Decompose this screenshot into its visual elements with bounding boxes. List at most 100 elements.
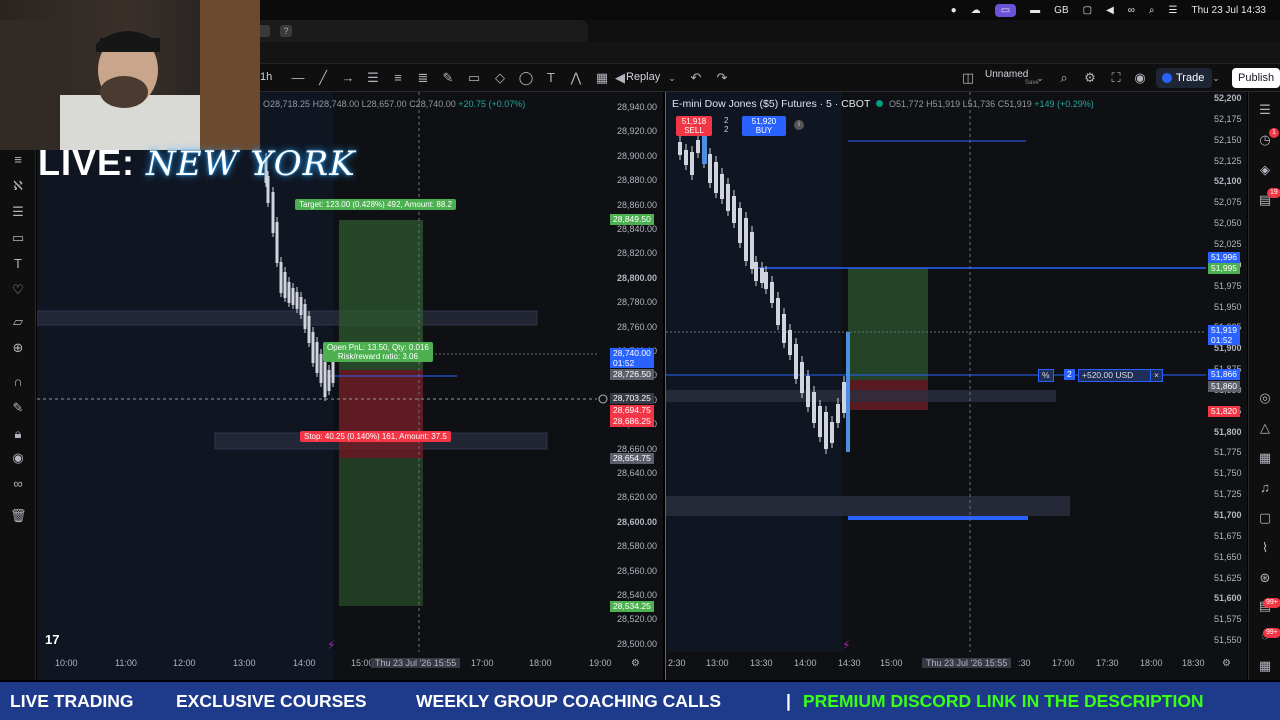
price-axis-label: 52,175: [1214, 113, 1242, 124]
fib-channel-icon[interactable]: ≡: [390, 70, 406, 86]
shapes-icon[interactable]: ▭: [10, 230, 26, 246]
browser-tab[interactable]: ?: [248, 20, 588, 42]
pencil-lock-icon[interactable]: ✎: [10, 400, 26, 416]
position-pnl-label[interactable]: Open PnL: 13.50, Qty: 0.016 Risk/reward …: [323, 342, 433, 362]
calendar-icon[interactable]: ▦: [1257, 450, 1273, 466]
candle-body: [842, 382, 846, 413]
window-icon[interactable]: ▢: [1083, 5, 1092, 16]
undo-icon[interactable]: ↶: [688, 70, 704, 86]
price-axis-label: 52,200: [1214, 93, 1242, 103]
car-icon[interactable]: ▬: [1030, 5, 1040, 16]
time-axis-label: 14:00: [293, 658, 316, 668]
market-open-icon: [876, 100, 884, 107]
triangle-icon[interactable]: △: [1257, 420, 1273, 436]
position-target-label[interactable]: Target: 123.00 (0.428%) 492, Amount: 88.…: [295, 199, 456, 210]
magnet-icon[interactable]: ∩: [10, 374, 26, 390]
fib-icon[interactable]: ☰: [365, 70, 381, 86]
order-qty[interactable]: 2: [1064, 369, 1075, 380]
eye-icon[interactable]: ◉: [10, 450, 26, 466]
price-axis-label: 28,840.00: [617, 224, 658, 234]
settings-icon[interactable]: ⚙: [1082, 70, 1098, 86]
right-axis-settings-icon[interactable]: ⚙: [1222, 658, 1231, 669]
entry-price-tag: 28,726.50: [610, 369, 654, 380]
fullscreen-icon[interactable]: ⛶: [1108, 70, 1124, 86]
redo-icon[interactable]: ↷: [714, 70, 730, 86]
text-icon[interactable]: T: [543, 70, 559, 86]
right-gray-tag: 51,860: [1208, 381, 1240, 392]
sell-button[interactable]: 51,918 SELL: [676, 116, 712, 136]
time-axis-label: 14:30: [838, 658, 861, 668]
right-chart-canvas[interactable]: [666, 92, 1247, 680]
order-close-icon[interactable]: ×: [1150, 369, 1163, 382]
add-alert-icon: [598, 394, 608, 404]
quantity-display[interactable]: 22: [724, 116, 728, 134]
ray-icon[interactable]: →: [340, 70, 356, 86]
trend-line-icon[interactable]: ╱: [315, 70, 331, 86]
menu-icon[interactable]: ≡: [10, 152, 26, 168]
apps-grid-icon[interactable]: ▦: [1257, 658, 1273, 674]
watchlist-icon[interactable]: ☰: [1257, 102, 1273, 118]
chevron-down-icon[interactable]: ⌄: [664, 70, 680, 86]
candle-body: [307, 316, 311, 343]
horizontal-line-icon[interactable]: —: [290, 70, 306, 86]
replay-button[interactable]: Replay: [626, 71, 660, 83]
left-event-icon[interactable]: ⚡︎: [327, 638, 335, 652]
trade-chevron-icon[interactable]: ⌄: [1208, 70, 1224, 86]
link-tool-icon[interactable]: ∞: [10, 476, 26, 492]
control-center-icon[interactable]: ☰: [1169, 5, 1178, 16]
comment-icon[interactable]: ▢: [1257, 510, 1273, 526]
link-icon[interactable]: ∞: [1128, 5, 1135, 16]
layout-chevron-icon[interactable]: ⌄: [1032, 70, 1048, 86]
buy-button[interactable]: 51,920 BUY: [742, 116, 786, 136]
text-tool-icon[interactable]: T: [10, 256, 26, 272]
zoom-in-icon[interactable]: ⊕: [10, 340, 26, 356]
layout-name[interactable]: Unnamed: [985, 69, 1028, 80]
left-axis-settings-icon[interactable]: ⚙: [631, 658, 640, 669]
layers-icon[interactable]: ◈: [1257, 162, 1273, 178]
search-icon[interactable]: ⌕: [1149, 5, 1155, 16]
heart-icon[interactable]: ♡: [10, 282, 26, 298]
interval-button[interactable]: 1h: [260, 71, 272, 83]
pattern-icon[interactable]: ⋀: [568, 70, 584, 86]
info-icon[interactable]: i: [794, 120, 804, 130]
brush-icon[interactable]: ✎: [440, 70, 456, 86]
record-dot-icon[interactable]: ●: [951, 5, 957, 16]
price-axis-label: 51,975: [1214, 280, 1242, 291]
target-icon[interactable]: ◎: [1257, 390, 1273, 406]
fork-icon[interactable]: ℵ: [10, 178, 26, 194]
circle-icon[interactable]: ◯: [518, 70, 534, 86]
screen-share-icon[interactable]: ▭: [994, 3, 1017, 17]
news-badge: 99+: [1263, 598, 1280, 608]
rectangle-icon[interactable]: ▭: [466, 70, 482, 86]
bell-icon[interactable]: ♫: [1257, 480, 1273, 496]
right-event-icon[interactable]: ⚡︎: [842, 638, 850, 652]
help-icon[interactable]: ?: [280, 25, 292, 37]
trash-icon[interactable]: 🗑︎: [10, 508, 27, 524]
candle-body: [678, 142, 682, 155]
order-pnl: +520.00 USD: [1078, 369, 1152, 382]
pitchfork-icon[interactable]: ≣: [415, 70, 431, 86]
volume-icon[interactable]: ◀: [1106, 5, 1114, 16]
chart-pattern-icon[interactable]: ⌇: [1257, 540, 1273, 556]
publish-button[interactable]: Publish: [1232, 68, 1280, 88]
right-symbol-header[interactable]: E-mini Dow Jones ($5) Futures · 5 · CBOT…: [672, 98, 1094, 110]
symbol-title[interactable]: E-mini Dow Jones ($5) Futures · 5 · CBOT: [672, 98, 870, 110]
path-icon[interactable]: ◇: [492, 70, 508, 86]
trade-button[interactable]: Trade: [1156, 68, 1213, 88]
ruler-icon[interactable]: ▱: [10, 314, 26, 330]
cloud-icon[interactable]: ☁: [971, 5, 981, 16]
keyboard-gb-icon[interactable]: GB: [1054, 5, 1068, 16]
candle-body: [684, 150, 688, 165]
lock-icon[interactable]: 🔒︎: [10, 426, 26, 442]
fib-tool-icon[interactable]: ☰: [10, 204, 26, 220]
position-stop-label[interactable]: Stop: 40.25 (0.140%) 161, Amount: 37.5: [300, 431, 451, 442]
zoom-icon[interactable]: ⌕: [1056, 70, 1072, 86]
candle-body: [708, 154, 712, 183]
order-percent-button[interactable]: %: [1038, 369, 1054, 382]
camera-icon[interactable]: ◉: [1132, 70, 1148, 86]
right-chart-pane[interactable]: E-mini Dow Jones ($5) Futures · 5 · CBOT…: [665, 92, 1247, 680]
candle-body: [726, 184, 730, 211]
globe-icon[interactable]: ⊛: [1257, 570, 1273, 586]
layout-icon[interactable]: ◫: [960, 70, 976, 86]
grid-layout-icon[interactable]: ▦: [594, 70, 610, 86]
